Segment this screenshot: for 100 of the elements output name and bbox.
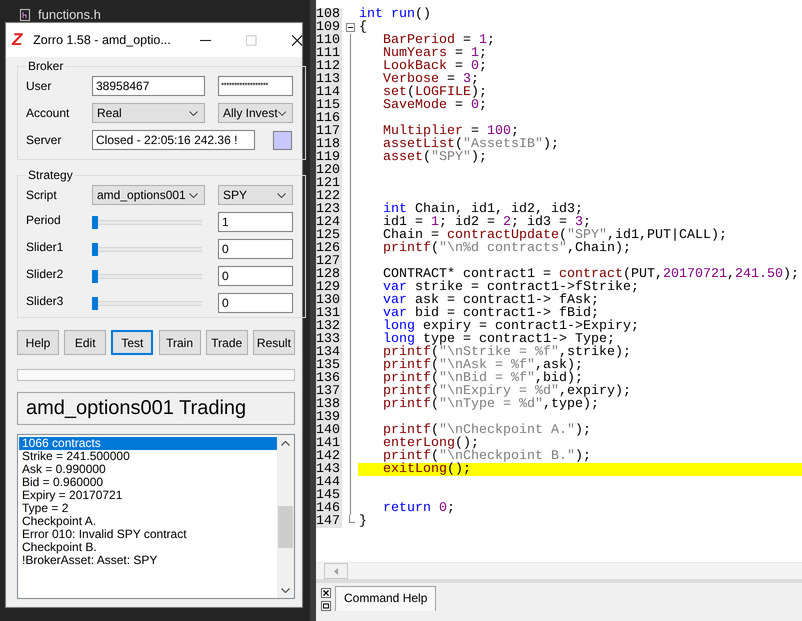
line-number: 129 <box>316 281 342 294</box>
action-button[interactable]: Result <box>252 330 295 355</box>
line-number: 108 <box>316 8 342 21</box>
asset-dropdown[interactable]: SPY <box>218 185 293 205</box>
action-button[interactable]: Trade <box>206 330 248 355</box>
line-number: 116 <box>316 112 342 125</box>
line-number: 124 <box>316 216 342 229</box>
line-number: 113 <box>316 73 342 86</box>
line-number: 130 <box>316 294 342 307</box>
code-line: exitLong(); <box>382 462 471 477</box>
line-number: 144 <box>316 476 342 489</box>
slider-thumb[interactable] <box>92 242 98 256</box>
maximize-icon <box>246 34 257 46</box>
line-number: 141 <box>316 437 342 450</box>
slider-value-field[interactable]: 0 <box>218 266 293 286</box>
app-logo: Z <box>12 30 24 50</box>
panel-tab[interactable]: Command Help <box>335 586 436 611</box>
line-number: 143 <box>316 463 342 476</box>
caret-icon <box>278 110 286 116</box>
slider-value-field[interactable]: 0 <box>218 239 293 259</box>
line-number: 123 <box>316 203 342 216</box>
code-line: } <box>359 514 367 529</box>
log-line[interactable]: Expiry = 20170721 <box>19 489 277 502</box>
code-line: printf("\n%d contracts",Chain); <box>382 241 631 256</box>
slider-value-field[interactable]: 0 <box>218 293 293 313</box>
account-dropdown[interactable]: Real <box>92 103 205 123</box>
field-label: Script <box>26 188 58 202</box>
line-number: 122 <box>316 190 342 203</box>
action-button[interactable]: Train <box>158 330 201 355</box>
log-line[interactable]: Strike = 241.500000 <box>19 450 277 463</box>
line-number: 128 <box>316 268 342 281</box>
code-line: assetList("AssetsIB"); <box>382 137 559 152</box>
group-title: Broker <box>27 59 64 73</box>
log-line[interactable]: Checkpoint A. <box>19 515 277 528</box>
slider-thumb[interactable] <box>92 270 98 282</box>
scroll-down-icon[interactable] <box>281 588 290 593</box>
code-line: SaveMode = 0; <box>382 98 487 113</box>
code-line: asset("SPY"); <box>382 150 487 165</box>
slider-thumb[interactable] <box>92 296 98 310</box>
action-button[interactable]: Test <box>111 330 154 355</box>
scroll-thumb[interactable] <box>278 506 293 548</box>
code-line: BarPeriod = 1; <box>382 33 495 48</box>
code-line: printf("\nType = %d",type); <box>382 397 599 412</box>
line-number: 117 <box>316 125 342 138</box>
log-line[interactable]: Ask = 0.990000 <box>19 463 277 476</box>
window-title: Zorro 1.58 - amd_optio... <box>33 33 171 47</box>
scrollbar[interactable] <box>277 435 294 598</box>
line-number: 127 <box>316 255 342 268</box>
line-number: 125 <box>316 229 342 242</box>
file-name[interactable]: functions.h <box>38 8 101 22</box>
broker-dropdown[interactable]: Ally Invest <box>218 103 293 123</box>
line-number: 140 <box>316 424 342 437</box>
fold-collapse-icon[interactable] <box>346 23 354 32</box>
line-number: 136 <box>316 372 342 385</box>
log-line[interactable]: Type = 2 <box>19 502 277 515</box>
code-line: Verbose = 3; <box>382 72 479 87</box>
line-number: 131 <box>316 307 342 320</box>
line-number: 137 <box>316 385 342 398</box>
slider-value-field[interactable]: 1 <box>218 212 293 232</box>
action-button[interactable]: Help <box>17 330 59 355</box>
line-number: 132 <box>316 320 342 333</box>
line-number: 147 <box>316 515 342 528</box>
line-number: 120 <box>316 164 342 177</box>
caret-icon <box>277 192 286 198</box>
script-dropdown[interactable]: amd_options001 <box>92 185 205 205</box>
log-line[interactable]: !BrokerAsset: Asset: SPY <box>19 554 277 567</box>
line-number: 112 <box>316 60 342 73</box>
line-number: 114 <box>316 86 342 99</box>
field-label: Server <box>26 133 62 147</box>
close-icon[interactable] <box>292 34 302 46</box>
line-number: 126 <box>316 242 342 255</box>
scroll-up-icon[interactable] <box>281 441 290 446</box>
slider-thumb[interactable] <box>92 216 98 228</box>
slider-label: Period <box>26 213 62 227</box>
password-field[interactable]: ****************** <box>218 76 293 96</box>
group-title: Strategy <box>27 168 74 182</box>
log-line[interactable]: Error 010: Invalid SPY contract <box>19 528 277 541</box>
line-number: 134 <box>316 346 342 359</box>
slider-label: Slider3 <box>26 294 64 308</box>
log-line[interactable]: Checkpoint B. <box>19 541 277 554</box>
line-number: 135 <box>316 359 342 372</box>
line-number: 111 <box>316 47 342 60</box>
user-field[interactable]: 38958467 <box>92 76 205 96</box>
scroll-left-icon <box>334 568 338 574</box>
caret-icon <box>189 110 198 116</box>
line-number: 139 <box>316 411 342 424</box>
line-number: 118 <box>316 138 342 151</box>
status-indicator <box>273 130 292 150</box>
line-number: 109 <box>316 21 342 34</box>
slider-label: Slider1 <box>26 240 64 254</box>
line-number: 115 <box>316 99 342 112</box>
code-line: { <box>359 20 367 35</box>
action-button[interactable]: Edit <box>64 330 106 355</box>
close-icon[interactable] <box>321 588 331 598</box>
log-line[interactable]: Bid = 0.960000 <box>19 476 277 489</box>
line-number: 121 <box>316 177 342 190</box>
line-number: 119 <box>316 151 342 164</box>
slider-label: Slider2 <box>26 267 64 281</box>
restore-icon[interactable] <box>321 601 331 611</box>
scroll-left-button[interactable] <box>324 563 348 579</box>
